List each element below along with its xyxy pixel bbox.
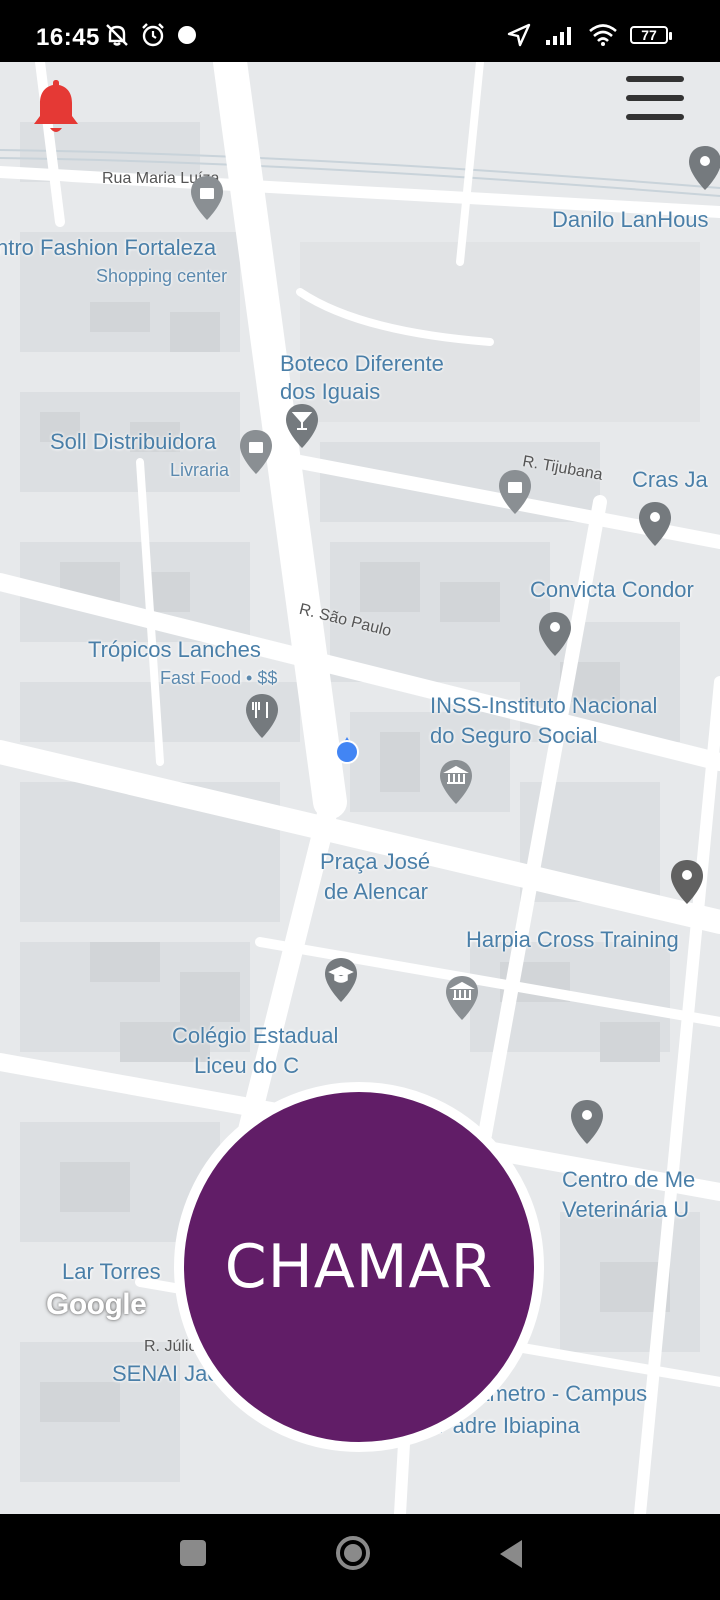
call-button[interactable]: CHAMAR [174, 1082, 544, 1452]
dot-icon [178, 26, 196, 44]
home-icon[interactable] [334, 1534, 372, 1572]
place-pin-icon-convicta[interactable] [536, 610, 574, 658]
status-bar: 16:45 77 [0, 0, 720, 62]
poi-colegio-line2[interactable]: Liceu do C [194, 1052, 299, 1080]
poi-tropicos-type: Fast Food • $$ [160, 668, 278, 688]
menu-line [626, 95, 684, 101]
menu-line [626, 76, 684, 82]
place-pin-icon-centro[interactable] [568, 1098, 606, 1146]
bookstore-pin-icon[interactable] [237, 428, 275, 476]
government-pin-icon-2[interactable] [443, 974, 481, 1022]
navigation-arrow-icon [507, 23, 531, 47]
app-screen: 16:45 77 Rua Maria Luíza ntro Fashion Fo… [0, 0, 720, 1600]
menu-line [626, 114, 684, 120]
shopping-pin-icon-2[interactable] [496, 468, 534, 516]
poi-harpia[interactable]: Harpia Cross Training [466, 926, 679, 954]
poi-colegio-line1[interactable]: Colégio Estadual [172, 1022, 338, 1050]
alarm-icon [142, 23, 164, 47]
poi-inss-line1[interactable]: INSS-Instituto Nacional [430, 692, 657, 720]
poi-fashion-fortaleza-type: Shopping center [96, 266, 228, 286]
bell-icon[interactable] [30, 76, 82, 138]
signal-icon [546, 27, 571, 45]
poi-centro-line2[interactable]: Veterinária U [562, 1196, 689, 1224]
google-logo: Google [46, 1288, 147, 1321]
poi-lar-torres[interactable]: Lar Torres [62, 1258, 161, 1286]
system-navigation-bar [0, 1514, 720, 1600]
poi-soll[interactable]: Soll Distribuidora [50, 428, 216, 456]
recent-apps-icon[interactable] [178, 1538, 208, 1568]
poi-convicta[interactable]: Convicta Condor [530, 576, 694, 604]
poi-inss-line2[interactable]: do Seguro Social [430, 722, 598, 750]
back-icon[interactable] [496, 1538, 526, 1570]
government-pin-icon[interactable] [437, 758, 475, 806]
place-pin-icon-cras[interactable] [636, 500, 674, 548]
school-pin-icon[interactable] [322, 956, 360, 1004]
poi-praca-line1[interactable]: Praça José [320, 848, 430, 876]
status-time: 16:45 [36, 24, 100, 51]
notifications-off-icon [106, 24, 128, 46]
restaurant-pin-icon[interactable] [243, 692, 281, 740]
poi-danilo[interactable]: Danilo LanHous [552, 206, 709, 234]
poi-boteco-line1[interactable]: Boteco Diferente [280, 350, 444, 378]
poi-soll-type: Livraria [170, 460, 230, 480]
poi-cras[interactable]: Cras Ja [632, 466, 708, 494]
poi-centro-line1[interactable]: Centro de Me [562, 1166, 695, 1194]
hamburger-menu-icon[interactable] [626, 76, 684, 126]
poi-tropicos[interactable]: Trópicos Lanches [88, 636, 261, 664]
user-location-icon [335, 737, 359, 764]
place-pin-icon-danilo[interactable] [686, 144, 720, 192]
status-right-icons: 77 [506, 22, 672, 48]
wifi-icon [589, 24, 617, 46]
battery-indicator: 77 [630, 26, 672, 44]
poi-fashion-fortaleza[interactable]: ntro Fashion Fortaleza [0, 234, 216, 262]
bar-pin-icon[interactable] [283, 402, 321, 450]
poi-praca-line2[interactable]: de Alencar [324, 878, 428, 906]
status-left-icons [104, 22, 198, 48]
shopping-pin-icon[interactable] [188, 174, 226, 222]
place-pin-icon-harpia[interactable] [668, 858, 706, 906]
